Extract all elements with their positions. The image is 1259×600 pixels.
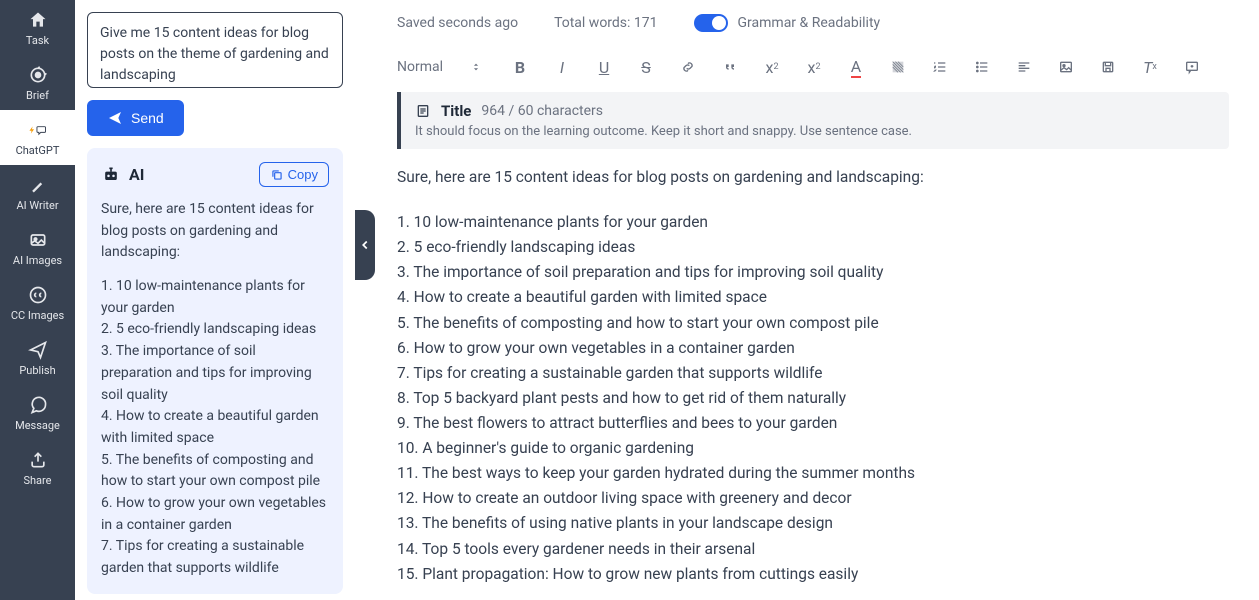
chat-icon xyxy=(28,395,48,415)
doc-item: 10. A beginner's guide to organic garden… xyxy=(397,436,1229,461)
title-label: Title xyxy=(441,102,471,120)
word-count: Total words: 171 xyxy=(554,15,657,31)
doc-item: 14. Top 5 tools every gardener needs in … xyxy=(397,537,1229,562)
ai-response-card: AI Copy Sure, here are 15 content ideas … xyxy=(87,148,343,594)
format-toolbar: Normal B I U S x2 x2 A Tx xyxy=(397,50,1229,92)
sidebar-item-label: ChatGPT xyxy=(16,144,60,157)
send-icon xyxy=(107,110,123,126)
sidebar-item-label: AI Writer xyxy=(16,199,58,212)
ai-intro: Sure, here are 15 content ideas for blog… xyxy=(101,199,329,264)
ai-title: AI xyxy=(101,165,144,185)
document-icon xyxy=(415,103,431,119)
paragraph-format-select[interactable]: Normal xyxy=(397,59,489,75)
clear-format-button[interactable]: Tx xyxy=(1139,56,1161,78)
send-label: Send xyxy=(131,110,164,126)
copy-button[interactable]: Copy xyxy=(259,162,329,187)
share-icon xyxy=(28,450,48,470)
doc-item: 1. 10 low-maintenance plants for your ga… xyxy=(397,210,1229,235)
document-content[interactable]: Sure, here are 15 content ideas for blog… xyxy=(397,165,1229,587)
doc-item: 3. The importance of soil preparation an… xyxy=(397,260,1229,285)
robot-icon xyxy=(101,165,121,185)
chat-panel: Give me 15 content ideas for blog posts … xyxy=(75,0,355,600)
highlight-button[interactable] xyxy=(887,56,909,78)
strikethrough-button[interactable]: S xyxy=(635,56,657,78)
bold-button[interactable]: B xyxy=(509,56,531,78)
saved-status: Saved seconds ago xyxy=(397,15,518,31)
ai-item: 3. The importance of soil preparation an… xyxy=(101,341,329,406)
sidebar-item-label: Publish xyxy=(19,364,55,377)
ai-item: 6. How to grow your own vegetables in a … xyxy=(101,493,329,536)
title-hint: It should focus on the learning outcome.… xyxy=(415,124,1215,139)
sidebar-item-brief[interactable]: Brief xyxy=(0,55,75,110)
title-section: Title 964 / 60 characters It should focu… xyxy=(397,92,1229,149)
prompt-input[interactable]: Give me 15 content ideas for blog posts … xyxy=(87,12,343,88)
sidebar-item-share[interactable]: Share xyxy=(0,440,75,495)
paper-plane-icon xyxy=(28,340,48,360)
quote-button[interactable] xyxy=(719,56,741,78)
editor-top-bar: Saved seconds ago Total words: 171 Gramm… xyxy=(397,14,1229,32)
editor-main: Saved seconds ago Total words: 171 Gramm… xyxy=(355,0,1259,600)
ai-item: 1. 10 low-maintenance plants for your ga… xyxy=(101,276,329,319)
image-button[interactable] xyxy=(1055,56,1077,78)
unordered-list-button[interactable] xyxy=(971,56,993,78)
copy-icon xyxy=(270,168,284,182)
chevron-updown-icon xyxy=(471,60,481,74)
magic-wand-icon xyxy=(28,175,48,195)
ordered-list-button[interactable] xyxy=(929,56,951,78)
sidebar: Task Brief ChatGPT AI Writer AI Images C… xyxy=(0,0,75,600)
sidebar-item-label: AI Images xyxy=(13,254,62,267)
collapse-panel-button[interactable] xyxy=(355,210,375,280)
sidebar-item-ai-writer[interactable]: AI Writer xyxy=(0,165,75,220)
doc-item: 2. 5 eco-friendly landscaping ideas xyxy=(397,235,1229,260)
doc-item: 7. Tips for creating a sustainable garde… xyxy=(397,361,1229,386)
align-button[interactable] xyxy=(1013,56,1035,78)
doc-item: 15. Plant propagation: How to grow new p… xyxy=(397,562,1229,587)
comment-button[interactable] xyxy=(1181,56,1203,78)
sidebar-item-label: Brief xyxy=(26,89,49,102)
doc-intro: Sure, here are 15 content ideas for blog… xyxy=(397,165,1229,190)
sidebar-item-label: Share xyxy=(23,474,51,487)
sidebar-item-label: Message xyxy=(15,419,60,432)
target-icon xyxy=(28,65,48,85)
superscript-button[interactable]: x2 xyxy=(803,56,825,78)
doc-item: 8. Top 5 backyard plant pests and how to… xyxy=(397,386,1229,411)
title-char-counter: 964 / 60 characters xyxy=(481,103,603,119)
text-color-button[interactable]: A xyxy=(845,56,867,78)
link-button[interactable] xyxy=(677,56,699,78)
ai-image-icon xyxy=(28,230,48,250)
grammar-toggle[interactable] xyxy=(694,14,728,32)
toggle-label: Grammar & Readability xyxy=(738,15,881,31)
sidebar-item-label: Task xyxy=(26,34,49,47)
sidebar-item-label: CC Images xyxy=(11,309,64,322)
doc-item: 6. How to grow your own vegetables in a … xyxy=(397,336,1229,361)
ai-item: 7. Tips for creating a sustainable garde… xyxy=(101,536,329,579)
ai-item: 5. The benefits of composting and how to… xyxy=(101,450,329,493)
underline-button[interactable]: U xyxy=(593,56,615,78)
send-button[interactable]: Send xyxy=(87,100,184,136)
ai-item: 4. How to create a beautiful garden with… xyxy=(101,406,329,449)
doc-item: 9. The best flowers to attract butterfli… xyxy=(397,411,1229,436)
ai-item: 2. 5 eco-friendly landscaping ideas xyxy=(101,319,329,341)
home-icon xyxy=(28,10,48,30)
doc-item: 4. How to create a beautiful garden with… xyxy=(397,285,1229,310)
sidebar-item-task[interactable]: Task xyxy=(0,0,75,55)
doc-item: 12. How to create an outdoor living spac… xyxy=(397,486,1229,511)
lightning-chat-icon xyxy=(28,120,48,140)
sidebar-item-publish[interactable]: Publish xyxy=(0,330,75,385)
cc-icon xyxy=(28,285,48,305)
sidebar-item-message[interactable]: Message xyxy=(0,385,75,440)
doc-item: 5. The benefits of composting and how to… xyxy=(397,311,1229,336)
subscript-button[interactable]: x2 xyxy=(761,56,783,78)
italic-button[interactable]: I xyxy=(551,56,573,78)
sidebar-item-cc-images[interactable]: CC Images xyxy=(0,275,75,330)
chevron-left-icon xyxy=(358,238,372,252)
doc-item: 11. The best ways to keep your garden hy… xyxy=(397,461,1229,486)
sidebar-item-chatgpt[interactable]: ChatGPT xyxy=(0,110,75,165)
sidebar-item-ai-images[interactable]: AI Images xyxy=(0,220,75,275)
doc-item: 13. The benefits of using native plants … xyxy=(397,511,1229,536)
save-button[interactable] xyxy=(1097,56,1119,78)
ai-response-body: Sure, here are 15 content ideas for blog… xyxy=(101,199,329,580)
